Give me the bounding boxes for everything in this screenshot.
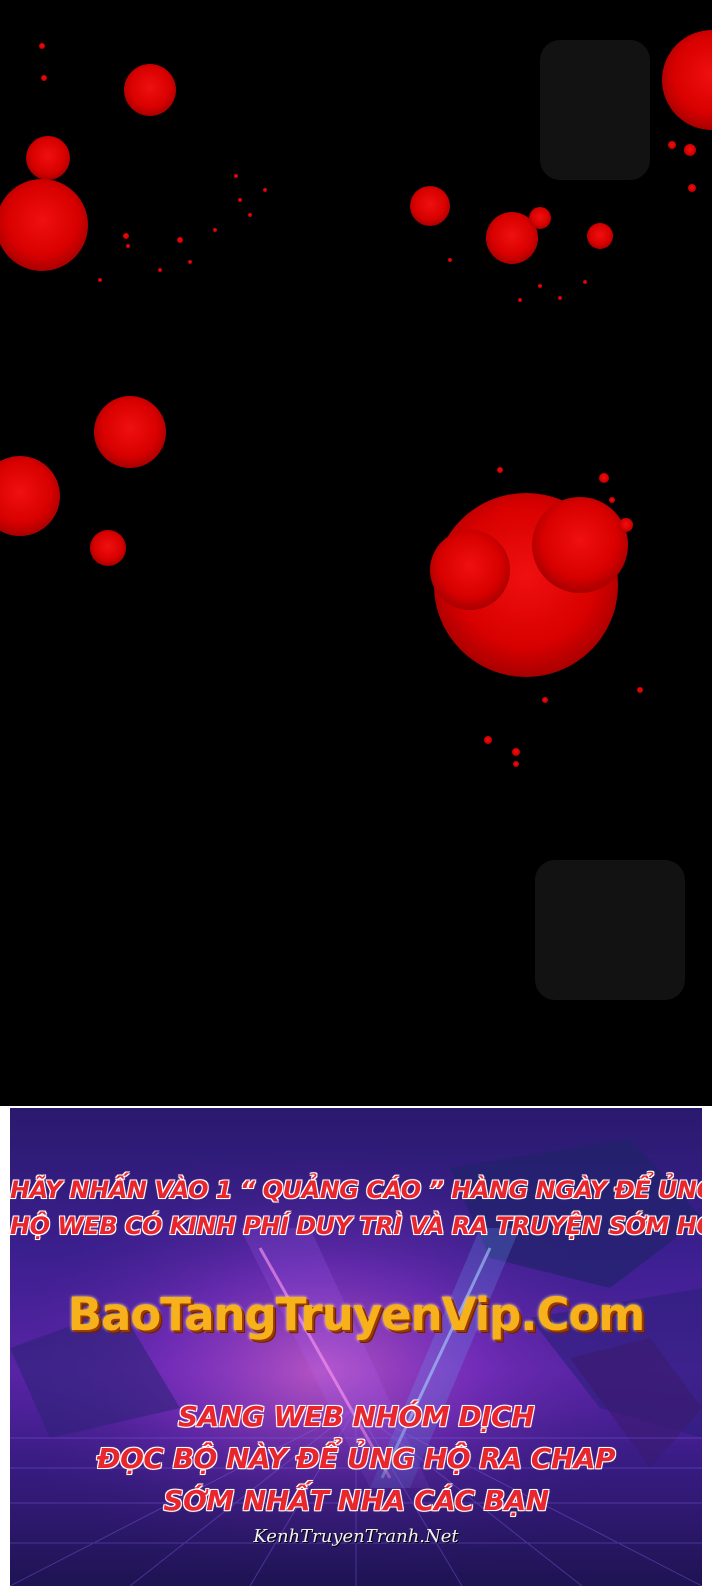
ad-group-line-3: SỚM NHẤT NHA CÁC BẠN xyxy=(163,1484,549,1517)
ad-site-name-link[interactable]: BaoTangTruyenVip.Com xyxy=(10,1288,702,1341)
blood-splatter-art xyxy=(0,30,712,1000)
ad-banner[interactable]: HÃY NHẤN VÀO 1 “ QUẢNG CÁO ” HÀNG NGÀY Đ… xyxy=(10,1108,702,1586)
ad-support-line-2: HỘ WEB CÓ KINH PHÍ DUY TRÌ VÀ RA TRUYỆN … xyxy=(10,1212,702,1240)
ad-group-line-2: ĐỌC BỘ NÀY ĐỂ ỦNG HỘ RA CHAP xyxy=(96,1442,616,1475)
ad-support-line-1: HÃY NHẤN VÀO 1 “ QUẢNG CÁO ” HÀNG NGÀY Đ… xyxy=(10,1176,702,1204)
ad-watermark: KenhTruyenTranh.Net xyxy=(253,1526,459,1547)
ad-group-line-1: SANG WEB NHÓM DỊCH xyxy=(177,1400,535,1433)
page-margin xyxy=(712,0,720,1586)
comic-panel xyxy=(0,0,712,1106)
